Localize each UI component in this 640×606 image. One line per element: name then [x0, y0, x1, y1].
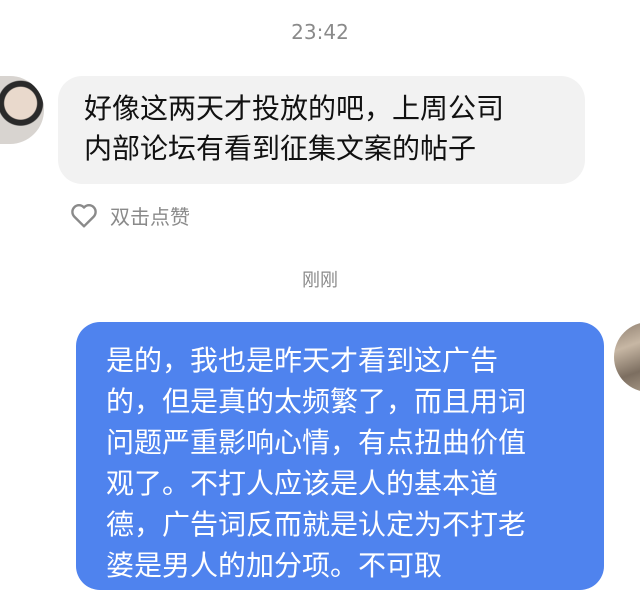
- outgoing-message-bubble[interactable]: 是的，我也是昨天才看到这广告 的，但是真的太频繁了，而且用词 问题严重影响心情，…: [76, 322, 604, 590]
- incoming-message-line-1: 好像这两天才投放的吧，上周公司: [84, 92, 505, 125]
- outgoing-message-line-4: 观了。不打人应该是人的基本道: [106, 467, 499, 500]
- user-avatar[interactable]: [614, 322, 640, 392]
- heart-icon: [71, 204, 97, 228]
- incoming-message-line-2: 内部论坛有看到征集文案的帖子: [84, 132, 477, 165]
- outgoing-message-line-3: 问题严重影响心情，有点扭曲价值: [106, 426, 527, 459]
- outgoing-message-line-1: 是的，我也是昨天才看到这广告: [106, 344, 499, 377]
- outgoing-message-line-5: 德，广告词反而就是认定为不打老: [106, 508, 527, 541]
- timestamp-mid: 刚刚: [302, 270, 338, 291]
- incoming-message-bubble[interactable]: 好像这两天才投放的吧，上周公司 内部论坛有看到征集文案的帖子: [58, 76, 585, 184]
- like-button[interactable]: 双击点赞: [68, 198, 190, 232]
- like-label: 双击点赞: [110, 204, 190, 229]
- outgoing-message-line-2: 的，但是真的太频繁了，而且用词: [106, 385, 527, 418]
- sender-avatar[interactable]: [0, 76, 44, 144]
- timestamp-top: 23:42: [291, 20, 349, 44]
- outgoing-message-line-6: 婆是男人的加分项。不可取: [106, 549, 443, 582]
